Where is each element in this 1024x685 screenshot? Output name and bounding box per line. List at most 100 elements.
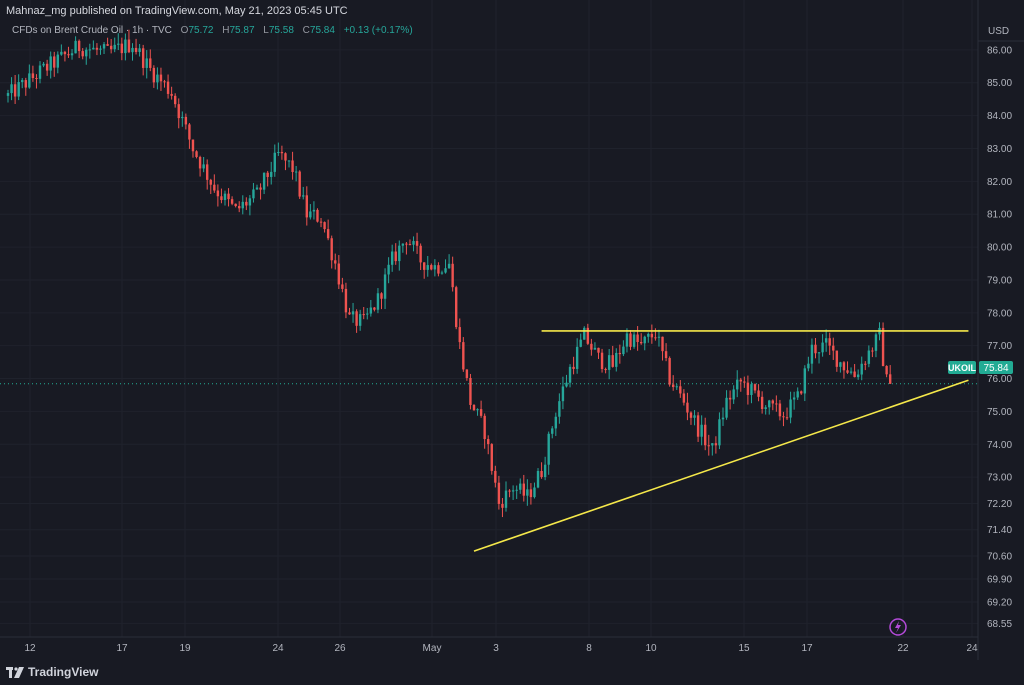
candle-body xyxy=(220,196,223,201)
candle-body xyxy=(686,402,689,413)
candle-body xyxy=(718,419,721,446)
candle-body xyxy=(430,265,433,270)
candle-body xyxy=(74,40,77,54)
candle-body xyxy=(70,53,74,56)
candle-body xyxy=(657,336,661,338)
candle-body xyxy=(572,366,575,369)
candle-body xyxy=(398,245,401,262)
candle-body xyxy=(166,81,170,94)
candle-body xyxy=(305,195,309,218)
candle-body xyxy=(337,263,341,285)
publish-info: Mahnaz_mg published on TradingView.com, … xyxy=(6,5,348,17)
price-tick-label: 86.00 xyxy=(987,45,1012,56)
tradingview-brand[interactable]: TradingView xyxy=(6,665,98,679)
candle-body xyxy=(519,483,522,490)
candle-body xyxy=(170,93,173,96)
candle-body xyxy=(871,350,874,352)
candle-body xyxy=(547,433,550,465)
price-chart[interactable]: 86.00 85.00 84.00 83.00 82.00 81.00 80.00 79.00… xyxy=(0,0,1024,685)
candle-body xyxy=(707,445,710,447)
candle-body xyxy=(636,334,639,343)
candle-body xyxy=(455,287,458,328)
candle-body xyxy=(874,334,878,351)
candle-body xyxy=(704,424,707,446)
candle-body xyxy=(291,160,294,173)
candle-body xyxy=(753,384,757,391)
candle-body xyxy=(654,337,657,339)
candle-body xyxy=(533,487,536,498)
candle-body xyxy=(632,334,636,347)
candle-body xyxy=(440,272,444,274)
currency-label: USD xyxy=(988,26,1009,37)
price-tick-label: 83.00 xyxy=(987,144,1012,155)
candle-body xyxy=(472,404,476,411)
candle-body xyxy=(355,311,358,326)
candle-body xyxy=(568,366,572,383)
candle-body xyxy=(92,47,95,50)
candle-body xyxy=(408,244,412,246)
candle-body xyxy=(13,84,17,97)
candle-body xyxy=(501,503,504,508)
candle-body xyxy=(53,56,56,68)
candle-body xyxy=(159,74,163,82)
candle-body xyxy=(487,439,490,445)
candle-body xyxy=(85,49,88,57)
time-tick-label: 17 xyxy=(116,643,128,654)
candle-body xyxy=(597,347,600,353)
candle-body xyxy=(846,370,849,373)
candle-body xyxy=(462,342,465,370)
candle-body xyxy=(458,327,461,343)
candle-body xyxy=(120,43,124,54)
candle-body xyxy=(800,391,803,394)
candle-body xyxy=(206,164,209,180)
candle-body xyxy=(536,470,540,488)
candle-body xyxy=(671,384,675,388)
candle-body xyxy=(415,241,419,246)
candle-body xyxy=(202,164,205,169)
candle-body xyxy=(622,346,625,355)
candle-body xyxy=(785,417,789,419)
candle-body xyxy=(60,51,63,55)
candle-body xyxy=(465,369,469,378)
candle-body xyxy=(483,415,486,440)
symbol-tag-label: UKOIL xyxy=(948,363,977,373)
candle-body xyxy=(736,379,739,390)
candle-body xyxy=(298,171,301,197)
candle-body xyxy=(230,199,234,204)
time-tick-label: 15 xyxy=(738,643,750,654)
candle-body xyxy=(444,268,447,273)
candle-body xyxy=(177,104,180,119)
legend-high-value: 75.87 xyxy=(229,25,255,36)
candle-body xyxy=(273,152,276,172)
candle-body xyxy=(810,344,814,364)
candle-body xyxy=(259,187,262,190)
candle-body xyxy=(376,293,380,310)
candle-body xyxy=(152,67,156,83)
candle-body xyxy=(607,355,611,370)
candle-body xyxy=(433,265,437,270)
candle-body xyxy=(141,48,145,68)
candle-body xyxy=(700,424,703,437)
candle-body xyxy=(362,314,365,316)
time-tick-label: 22 xyxy=(897,643,909,654)
candle-body xyxy=(191,139,195,152)
candle-body xyxy=(334,260,337,264)
time-tick-label: 8 xyxy=(586,643,592,654)
candle-body xyxy=(405,243,408,245)
candle-body xyxy=(522,483,525,496)
candle-body xyxy=(447,263,451,269)
symbol-legend[interactable]: CFDs on Brent Crude Oil · 1h · TVC O75.7… xyxy=(12,25,413,36)
candle-body xyxy=(757,390,760,397)
candle-body xyxy=(195,151,198,158)
price-tick-label: 80.00 xyxy=(987,243,1012,254)
candle-body xyxy=(693,415,696,418)
candle-body xyxy=(583,327,586,340)
price-tick-label: 76.00 xyxy=(987,374,1012,385)
candle-body xyxy=(330,238,333,261)
candle-body xyxy=(796,391,799,398)
candle-body xyxy=(675,386,678,388)
chart-background xyxy=(0,0,1024,685)
price-tick-label: 78.00 xyxy=(987,308,1012,319)
candle-body xyxy=(803,368,807,394)
candle-body xyxy=(109,45,113,50)
